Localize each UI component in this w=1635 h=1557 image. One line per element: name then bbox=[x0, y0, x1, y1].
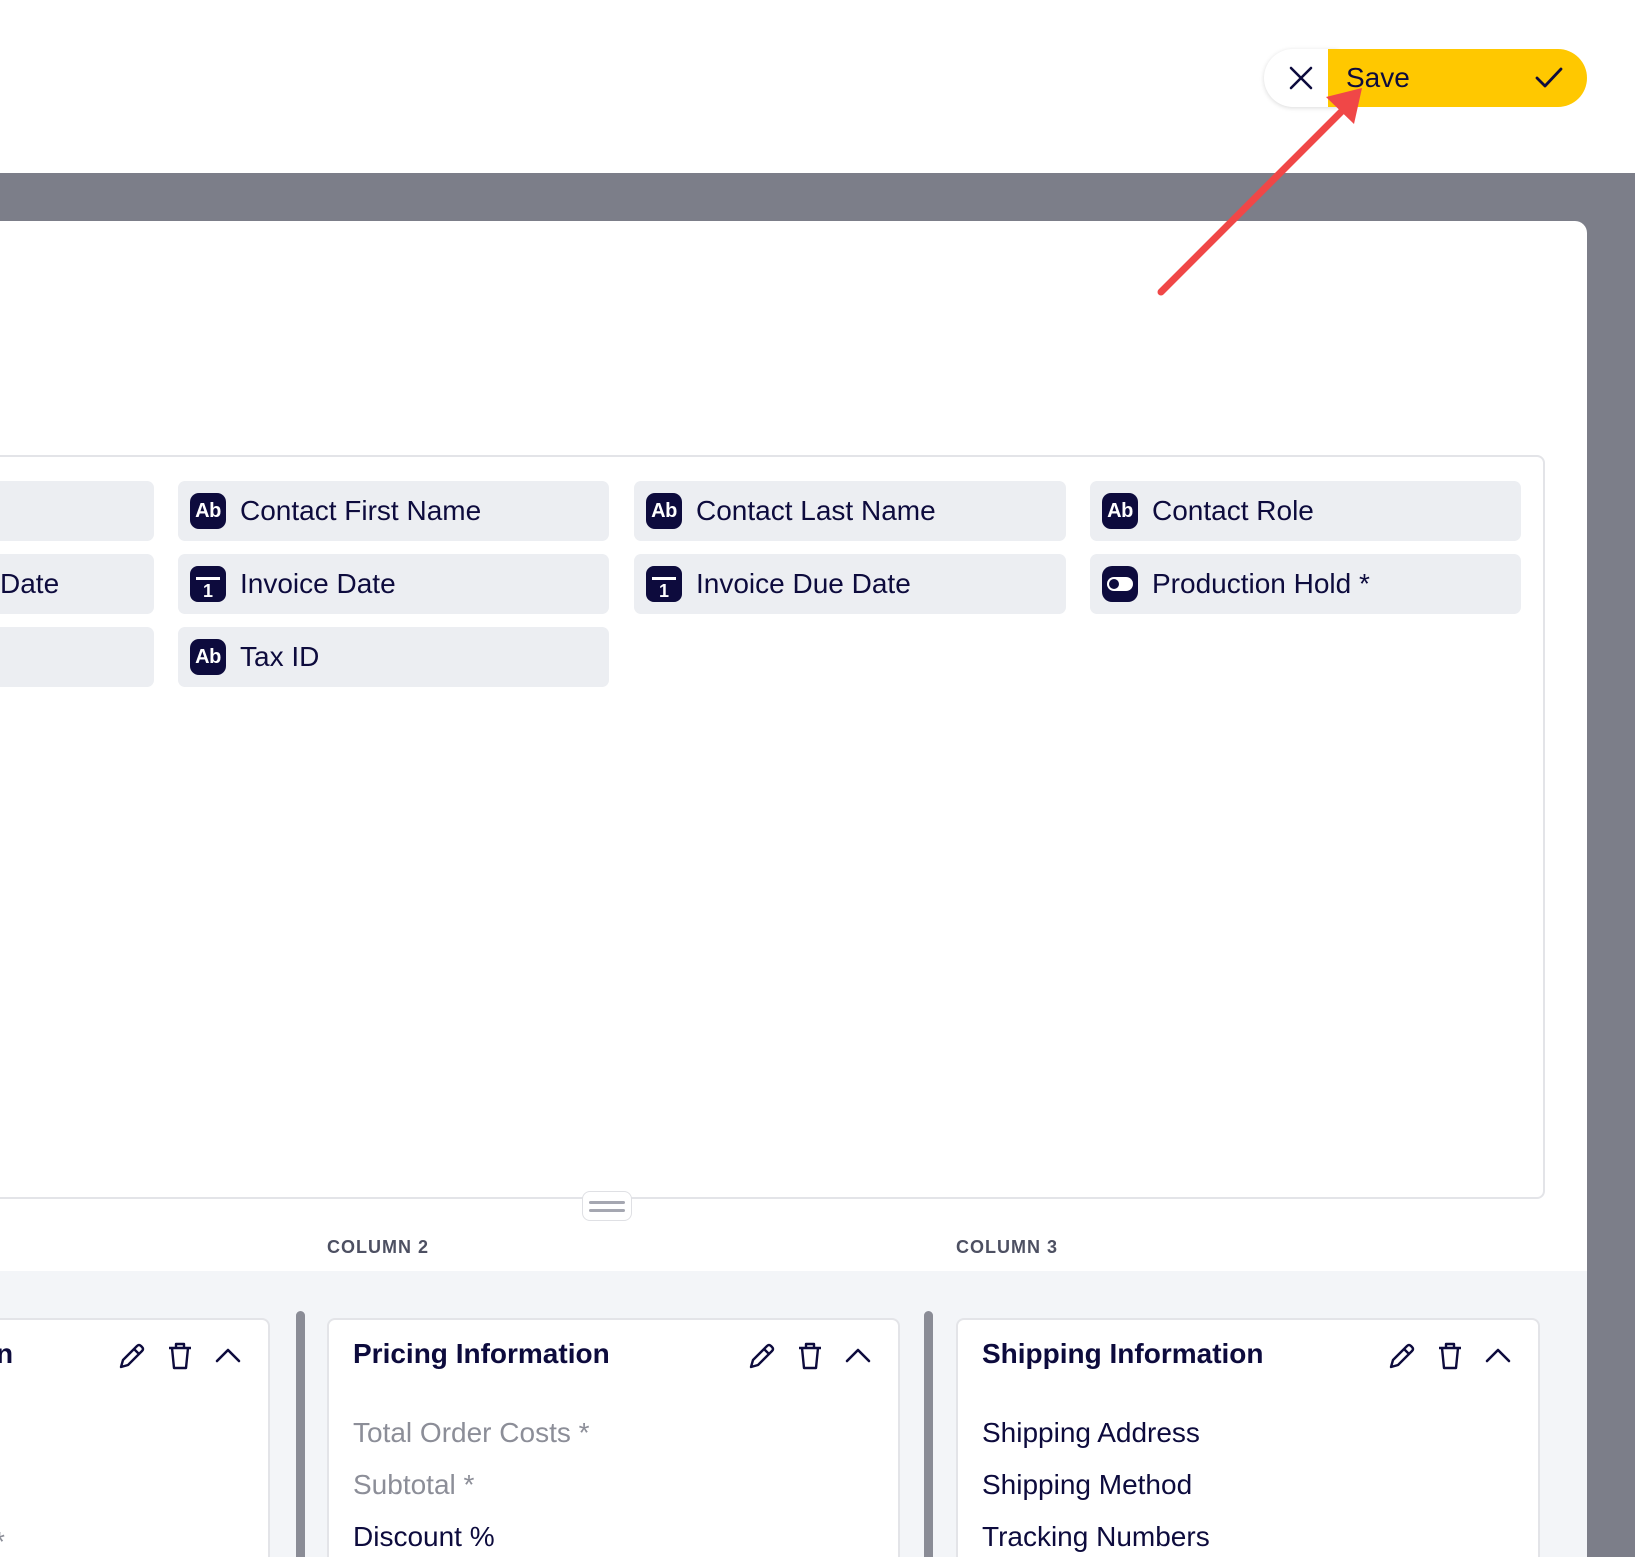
field-partial-row3[interactable] bbox=[0, 627, 154, 687]
toggle-icon bbox=[1102, 566, 1138, 602]
field-tax-id[interactable]: Ab Tax ID bbox=[178, 627, 609, 687]
svg-text:1: 1 bbox=[659, 581, 669, 601]
pencil-icon bbox=[1389, 1343, 1415, 1369]
field-production-hold[interactable]: Production Hold * bbox=[1090, 554, 1521, 614]
svg-text:1: 1 bbox=[203, 581, 213, 601]
section-card-partial: n * bbox=[0, 1318, 270, 1557]
text-field-icon: Ab bbox=[190, 639, 226, 675]
column-divider[interactable] bbox=[924, 1311, 933, 1557]
edit-button[interactable] bbox=[116, 1340, 148, 1372]
pencil-icon bbox=[119, 1343, 145, 1369]
field-label: Date bbox=[0, 568, 60, 599]
field-partial-row2[interactable]: Date bbox=[0, 554, 154, 614]
collapse-button[interactable] bbox=[212, 1340, 244, 1372]
delete-button[interactable] bbox=[164, 1340, 196, 1372]
section-card-pricing: Pricing Information Total Order Costs * … bbox=[327, 1318, 900, 1557]
card-actions bbox=[1386, 1340, 1514, 1372]
field-label: Production Hold * bbox=[1152, 568, 1370, 599]
card-actions bbox=[116, 1340, 244, 1372]
trash-icon bbox=[1439, 1342, 1461, 1370]
edit-button[interactable] bbox=[1386, 1340, 1418, 1372]
grip-line bbox=[589, 1208, 625, 1212]
collapse-button[interactable] bbox=[1482, 1340, 1514, 1372]
text-field-icon: Ab bbox=[1102, 493, 1138, 529]
field-invoice-date[interactable]: 1 Invoice Date bbox=[178, 554, 609, 614]
form-layout-editor: Save Date Ab Contact First Name 1 Invoic… bbox=[0, 0, 1635, 1557]
card-item[interactable]: Total Order Costs * bbox=[353, 1417, 590, 1449]
field-label: Invoice Due Date bbox=[696, 568, 911, 599]
delete-button[interactable] bbox=[1434, 1340, 1466, 1372]
text-field-icon: Ab bbox=[190, 493, 226, 529]
trash-icon bbox=[169, 1342, 191, 1370]
field-label: Tax ID bbox=[240, 641, 320, 672]
checkmark-icon bbox=[1535, 67, 1563, 88]
trash-icon bbox=[799, 1342, 821, 1370]
column-3-label: COLUMN 3 bbox=[956, 1237, 1058, 1257]
pencil-icon bbox=[749, 1343, 775, 1369]
top-bar: Save bbox=[0, 0, 1635, 173]
card-title: n bbox=[0, 1338, 14, 1369]
field-partial-row1[interactable] bbox=[0, 481, 154, 541]
delete-button[interactable] bbox=[794, 1340, 826, 1372]
field-label: Contact First Name bbox=[240, 495, 482, 526]
edit-button[interactable] bbox=[746, 1340, 778, 1372]
card-item[interactable]: Discount % bbox=[353, 1521, 495, 1553]
chevron-up-icon bbox=[215, 1348, 241, 1363]
section-card-shipping: Shipping Information Shipping Address Sh… bbox=[956, 1318, 1540, 1557]
cancel-button[interactable] bbox=[1264, 49, 1338, 107]
column-divider[interactable] bbox=[296, 1311, 305, 1557]
column-2-label: COLUMN 2 bbox=[327, 1237, 429, 1257]
card-item[interactable]: Shipping Method bbox=[982, 1469, 1192, 1501]
text-field-icon: Ab bbox=[646, 493, 682, 529]
field-label: Contact Last Name bbox=[696, 495, 936, 526]
calendar-icon: 1 bbox=[646, 566, 682, 602]
field-label: Contact Role bbox=[1152, 495, 1314, 526]
collapse-button[interactable] bbox=[842, 1340, 874, 1372]
save-button-label: Save bbox=[1346, 62, 1410, 93]
card-actions bbox=[746, 1340, 874, 1372]
calendar-icon: 1 bbox=[190, 566, 226, 602]
chevron-up-icon bbox=[1485, 1348, 1511, 1363]
field-contact-role[interactable]: Ab Contact Role bbox=[1090, 481, 1521, 541]
resize-handle[interactable] bbox=[582, 1191, 632, 1221]
close-icon bbox=[1289, 66, 1313, 90]
card-item[interactable]: Subtotal * bbox=[353, 1469, 474, 1501]
card-title: Shipping Information bbox=[982, 1338, 1264, 1369]
card-item[interactable]: Tracking Numbers bbox=[982, 1521, 1210, 1553]
field-invoice-due-date[interactable]: 1 Invoice Due Date bbox=[634, 554, 1066, 614]
field-label: Invoice Date bbox=[240, 568, 396, 599]
card-title: Pricing Information bbox=[353, 1338, 610, 1369]
field-contact-first-name[interactable]: Ab Contact First Name bbox=[178, 481, 609, 541]
card-item: * bbox=[0, 1526, 5, 1557]
save-button[interactable]: Save bbox=[1328, 49, 1587, 107]
chevron-up-icon bbox=[845, 1348, 871, 1363]
field-contact-last-name[interactable]: Ab Contact Last Name bbox=[634, 481, 1066, 541]
card-item[interactable]: Shipping Address bbox=[982, 1417, 1200, 1449]
grip-line bbox=[589, 1200, 625, 1204]
